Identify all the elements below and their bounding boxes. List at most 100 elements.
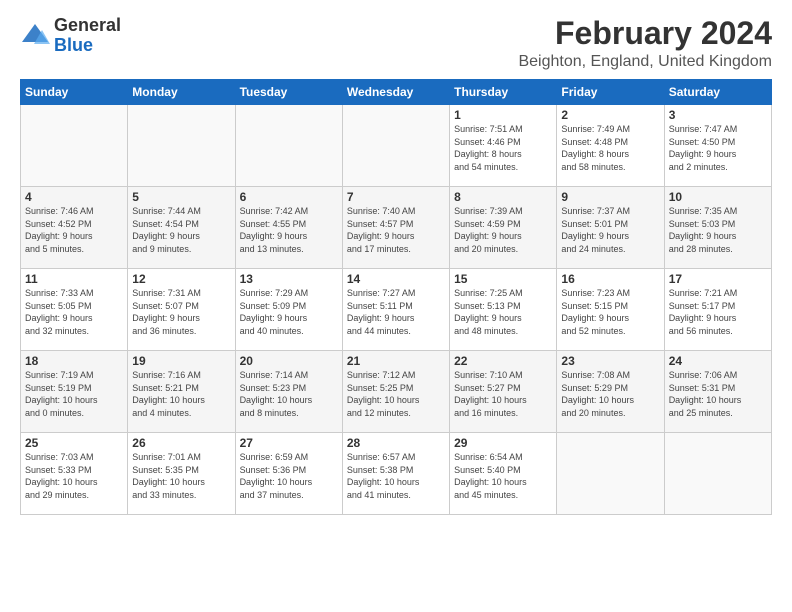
logo-blue: Blue [54, 35, 93, 55]
calendar-cell: 20Sunrise: 7:14 AMSunset: 5:23 PMDayligh… [235, 351, 342, 433]
calendar-cell: 16Sunrise: 7:23 AMSunset: 5:15 PMDayligh… [557, 269, 664, 351]
day-number: 14 [347, 272, 445, 286]
calendar-cell: 15Sunrise: 7:25 AMSunset: 5:13 PMDayligh… [450, 269, 557, 351]
calendar-cell: 8Sunrise: 7:39 AMSunset: 4:59 PMDaylight… [450, 187, 557, 269]
calendar-cell: 12Sunrise: 7:31 AMSunset: 5:07 PMDayligh… [128, 269, 235, 351]
calendar-cell: 13Sunrise: 7:29 AMSunset: 5:09 PMDayligh… [235, 269, 342, 351]
day-number: 13 [240, 272, 338, 286]
day-number: 1 [454, 108, 552, 122]
calendar-cell [21, 105, 128, 187]
day-info: Sunrise: 7:39 AMSunset: 4:59 PMDaylight:… [454, 205, 552, 255]
logo: General Blue [20, 16, 121, 56]
calendar-table: SundayMondayTuesdayWednesdayThursdayFrid… [20, 79, 772, 515]
calendar-cell: 23Sunrise: 7:08 AMSunset: 5:29 PMDayligh… [557, 351, 664, 433]
day-info: Sunrise: 7:42 AMSunset: 4:55 PMDaylight:… [240, 205, 338, 255]
calendar-cell: 26Sunrise: 7:01 AMSunset: 5:35 PMDayligh… [128, 433, 235, 515]
day-number: 29 [454, 436, 552, 450]
day-number: 12 [132, 272, 230, 286]
calendar-cell: 14Sunrise: 7:27 AMSunset: 5:11 PMDayligh… [342, 269, 449, 351]
day-info: Sunrise: 7:37 AMSunset: 5:01 PMDaylight:… [561, 205, 659, 255]
calendar-cell: 21Sunrise: 7:12 AMSunset: 5:25 PMDayligh… [342, 351, 449, 433]
day-number: 8 [454, 190, 552, 204]
calendar-cell [235, 105, 342, 187]
day-number: 2 [561, 108, 659, 122]
day-info: Sunrise: 7:23 AMSunset: 5:15 PMDaylight:… [561, 287, 659, 337]
calendar-cell [557, 433, 664, 515]
calendar-cell: 29Sunrise: 6:54 AMSunset: 5:40 PMDayligh… [450, 433, 557, 515]
day-number: 16 [561, 272, 659, 286]
calendar-cell [128, 105, 235, 187]
day-number: 7 [347, 190, 445, 204]
calendar-week-row: 25Sunrise: 7:03 AMSunset: 5:33 PMDayligh… [21, 433, 772, 515]
calendar-cell: 18Sunrise: 7:19 AMSunset: 5:19 PMDayligh… [21, 351, 128, 433]
logo-text: General Blue [54, 16, 121, 56]
day-number: 25 [25, 436, 123, 450]
calendar-cell: 2Sunrise: 7:49 AMSunset: 4:48 PMDaylight… [557, 105, 664, 187]
calendar-cell: 27Sunrise: 6:59 AMSunset: 5:36 PMDayligh… [235, 433, 342, 515]
calendar-cell: 7Sunrise: 7:40 AMSunset: 4:57 PMDaylight… [342, 187, 449, 269]
calendar-weekday-header: Tuesday [235, 80, 342, 105]
day-number: 17 [669, 272, 767, 286]
day-info: Sunrise: 6:57 AMSunset: 5:38 PMDaylight:… [347, 451, 445, 501]
title-area: February 2024 Beighton, England, United … [518, 16, 772, 71]
header: General Blue February 2024 Beighton, Eng… [20, 16, 772, 71]
day-info: Sunrise: 7:19 AMSunset: 5:19 PMDaylight:… [25, 369, 123, 419]
day-number: 22 [454, 354, 552, 368]
day-number: 3 [669, 108, 767, 122]
day-number: 6 [240, 190, 338, 204]
logo-icon [20, 22, 50, 50]
day-info: Sunrise: 6:59 AMSunset: 5:36 PMDaylight:… [240, 451, 338, 501]
calendar-cell: 4Sunrise: 7:46 AMSunset: 4:52 PMDaylight… [21, 187, 128, 269]
subtitle: Beighton, England, United Kingdom [518, 53, 772, 71]
calendar-week-row: 11Sunrise: 7:33 AMSunset: 5:05 PMDayligh… [21, 269, 772, 351]
logo-general: General [54, 15, 121, 35]
calendar-cell: 10Sunrise: 7:35 AMSunset: 5:03 PMDayligh… [664, 187, 771, 269]
day-number: 4 [25, 190, 123, 204]
calendar-weekday-header: Thursday [450, 80, 557, 105]
day-info: Sunrise: 7:25 AMSunset: 5:13 PMDaylight:… [454, 287, 552, 337]
calendar-weekday-header: Wednesday [342, 80, 449, 105]
calendar-week-row: 1Sunrise: 7:51 AMSunset: 4:46 PMDaylight… [21, 105, 772, 187]
calendar-weekday-header: Sunday [21, 80, 128, 105]
day-info: Sunrise: 7:35 AMSunset: 5:03 PMDaylight:… [669, 205, 767, 255]
page: General Blue February 2024 Beighton, Eng… [0, 0, 792, 525]
day-number: 9 [561, 190, 659, 204]
day-info: Sunrise: 7:51 AMSunset: 4:46 PMDaylight:… [454, 123, 552, 173]
calendar-cell: 25Sunrise: 7:03 AMSunset: 5:33 PMDayligh… [21, 433, 128, 515]
day-info: Sunrise: 7:40 AMSunset: 4:57 PMDaylight:… [347, 205, 445, 255]
calendar-cell: 6Sunrise: 7:42 AMSunset: 4:55 PMDaylight… [235, 187, 342, 269]
day-number: 18 [25, 354, 123, 368]
calendar-cell: 17Sunrise: 7:21 AMSunset: 5:17 PMDayligh… [664, 269, 771, 351]
day-info: Sunrise: 6:54 AMSunset: 5:40 PMDaylight:… [454, 451, 552, 501]
day-number: 28 [347, 436, 445, 450]
day-info: Sunrise: 7:29 AMSunset: 5:09 PMDaylight:… [240, 287, 338, 337]
calendar-weekday-header: Saturday [664, 80, 771, 105]
day-number: 15 [454, 272, 552, 286]
day-number: 10 [669, 190, 767, 204]
day-info: Sunrise: 7:12 AMSunset: 5:25 PMDaylight:… [347, 369, 445, 419]
calendar-cell: 24Sunrise: 7:06 AMSunset: 5:31 PMDayligh… [664, 351, 771, 433]
calendar-weekday-header: Friday [557, 80, 664, 105]
calendar-cell: 9Sunrise: 7:37 AMSunset: 5:01 PMDaylight… [557, 187, 664, 269]
day-number: 24 [669, 354, 767, 368]
day-number: 11 [25, 272, 123, 286]
calendar-header-row: SundayMondayTuesdayWednesdayThursdayFrid… [21, 80, 772, 105]
calendar-week-row: 4Sunrise: 7:46 AMSunset: 4:52 PMDaylight… [21, 187, 772, 269]
day-info: Sunrise: 7:46 AMSunset: 4:52 PMDaylight:… [25, 205, 123, 255]
day-info: Sunrise: 7:08 AMSunset: 5:29 PMDaylight:… [561, 369, 659, 419]
calendar-cell: 1Sunrise: 7:51 AMSunset: 4:46 PMDaylight… [450, 105, 557, 187]
day-info: Sunrise: 7:49 AMSunset: 4:48 PMDaylight:… [561, 123, 659, 173]
day-info: Sunrise: 7:14 AMSunset: 5:23 PMDaylight:… [240, 369, 338, 419]
day-info: Sunrise: 7:06 AMSunset: 5:31 PMDaylight:… [669, 369, 767, 419]
calendar-cell: 19Sunrise: 7:16 AMSunset: 5:21 PMDayligh… [128, 351, 235, 433]
day-number: 26 [132, 436, 230, 450]
day-number: 20 [240, 354, 338, 368]
calendar-cell: 22Sunrise: 7:10 AMSunset: 5:27 PMDayligh… [450, 351, 557, 433]
day-info: Sunrise: 7:03 AMSunset: 5:33 PMDaylight:… [25, 451, 123, 501]
day-info: Sunrise: 7:47 AMSunset: 4:50 PMDaylight:… [669, 123, 767, 173]
day-info: Sunrise: 7:16 AMSunset: 5:21 PMDaylight:… [132, 369, 230, 419]
day-info: Sunrise: 7:10 AMSunset: 5:27 PMDaylight:… [454, 369, 552, 419]
calendar-cell [664, 433, 771, 515]
day-number: 19 [132, 354, 230, 368]
calendar-cell: 3Sunrise: 7:47 AMSunset: 4:50 PMDaylight… [664, 105, 771, 187]
